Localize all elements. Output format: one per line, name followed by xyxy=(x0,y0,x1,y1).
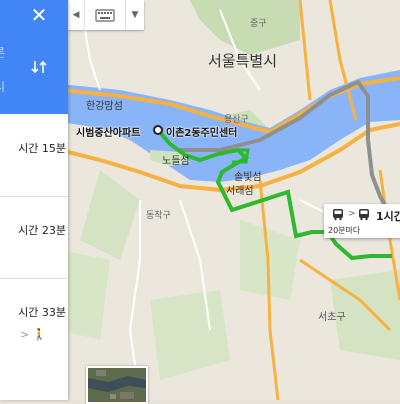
route-option-3[interactable]: 시간 33분 > 🚶 xyxy=(0,278,68,360)
directions-header: ✕ 른 시 xyxy=(0,0,68,114)
keyboard-icon[interactable] xyxy=(85,0,126,30)
bus-icon xyxy=(333,209,343,221)
origin-marker xyxy=(153,125,163,135)
collapse-arrow-icon[interactable]: ◀ xyxy=(68,0,85,30)
origin-input[interactable]: 른 xyxy=(0,44,5,61)
route-time: 시간 15분 xyxy=(18,142,66,155)
city-label: 서울특별시 xyxy=(208,52,278,70)
destination-label[interactable]: 이촌2동주민센터 xyxy=(166,124,237,139)
directions-panel: ✕ 른 시 시간 15분 시간 23분 시간 33분 > 🚶 xyxy=(0,0,68,400)
close-icon[interactable]: ✕ xyxy=(28,4,50,26)
route-option-2[interactable]: 시간 23분 xyxy=(0,196,68,279)
junggu-label: 중구 xyxy=(250,19,267,29)
dropdown-arrow-icon[interactable]: ▼ xyxy=(126,0,144,30)
walk-icon: > 🚶 xyxy=(20,328,47,341)
satellite-toggle[interactable] xyxy=(86,366,148,404)
route-time: 시간 23분 xyxy=(18,224,66,237)
route-option-1[interactable]: 시간 15분 xyxy=(0,114,68,197)
nodeulseom-label: 노들섬 xyxy=(162,156,190,167)
sevit-label: 솔빛섬 xyxy=(234,172,262,183)
hangang-bridge-label: 한강맘섬 xyxy=(86,101,123,112)
transit-info-card[interactable]: > 1시간 20분마다 xyxy=(324,204,400,238)
bus-icon xyxy=(359,209,369,221)
seorae-label: 서래섬 xyxy=(226,186,254,197)
chevron-right-icon: > xyxy=(348,209,356,219)
input-tools-toolbar: ◀ ▼ xyxy=(68,0,144,30)
origin-label[interactable]: 시범중산아파트 xyxy=(76,124,140,139)
route-time: 시간 33분 xyxy=(18,306,66,319)
dongjakgu-label: 동작구 xyxy=(146,211,171,221)
destination-input[interactable]: 시 xyxy=(0,78,5,95)
swap-icon[interactable] xyxy=(30,58,48,76)
transit-frequency: 20분마다 xyxy=(328,226,361,235)
transit-duration: 1시간 xyxy=(376,210,400,223)
seochogu-label: 서초구 xyxy=(318,312,346,323)
